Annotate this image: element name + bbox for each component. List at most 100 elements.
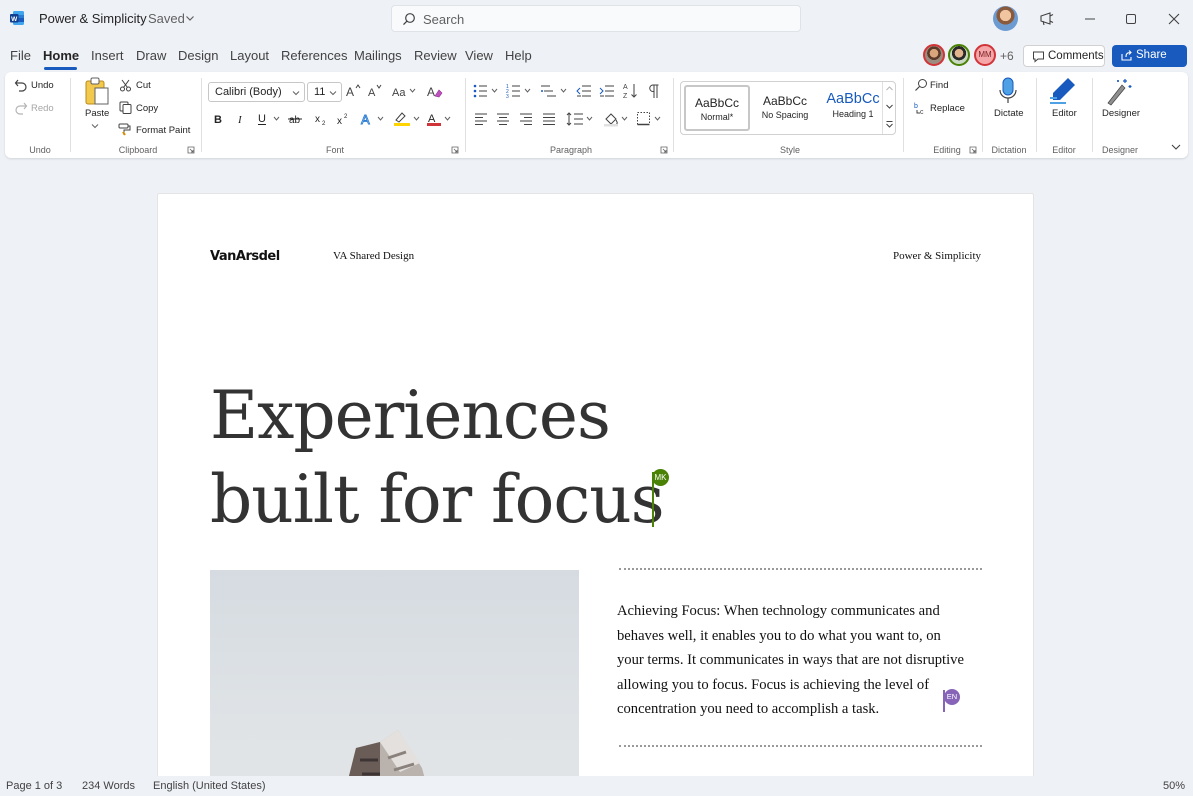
tab-draw[interactable]: Draw xyxy=(136,48,166,63)
tab-references[interactable]: References xyxy=(281,48,347,63)
more-styles-icon[interactable] xyxy=(885,120,894,129)
dialog-launcher-icon[interactable] xyxy=(187,146,195,154)
microphone-icon[interactable] xyxy=(997,77,1019,105)
line-spacing-icon[interactable] xyxy=(566,111,596,127)
document-heading[interactable]: Experiences built for focus xyxy=(210,374,665,542)
style-no-spacing[interactable]: AaBbCc No Spacing xyxy=(751,85,819,131)
bullets-icon[interactable] xyxy=(472,83,500,99)
find-button[interactable]: Find xyxy=(930,80,948,91)
align-right-icon[interactable] xyxy=(519,112,533,126)
comments-button[interactable]: Comments xyxy=(1023,45,1105,67)
change-case-icon[interactable]: Aa xyxy=(391,83,417,99)
format-paint-button[interactable]: Format Paint xyxy=(136,125,190,136)
borders-icon[interactable] xyxy=(636,111,664,127)
decrease-indent-icon[interactable] xyxy=(576,83,592,99)
format-painter-icon[interactable] xyxy=(118,123,132,136)
strikethrough-icon[interactable]: ab xyxy=(288,112,304,126)
increase-indent-icon[interactable] xyxy=(599,83,615,99)
dialog-launcher-icon[interactable] xyxy=(660,146,668,154)
dictate-button[interactable]: Dictate xyxy=(994,108,1024,119)
font-size-dropdown[interactable]: 11 xyxy=(307,82,342,102)
find-icon[interactable] xyxy=(914,78,928,92)
collaborator-avatar[interactable] xyxy=(948,44,970,66)
saved-status[interactable]: Saved xyxy=(148,11,185,26)
editor-button[interactable]: Editor xyxy=(1052,108,1077,119)
collaborator-flag-mk[interactable]: MK xyxy=(652,469,669,486)
paste-button[interactable]: Paste xyxy=(85,108,109,119)
redo-icon[interactable] xyxy=(14,101,28,115)
clear-formatting-icon[interactable]: A xyxy=(426,83,444,99)
document-title[interactable]: Power & Simplicity xyxy=(39,11,147,26)
chevron-down-icon[interactable] xyxy=(185,13,195,23)
tab-mailings[interactable]: Mailings xyxy=(354,48,402,63)
undo-icon[interactable] xyxy=(14,78,28,92)
more-collaborators-count[interactable]: +6 xyxy=(1000,49,1014,63)
body-paragraph[interactable]: Achieving Focus: When technology communi… xyxy=(617,599,967,722)
align-left-icon[interactable] xyxy=(474,112,488,126)
redo-button[interactable]: Redo xyxy=(31,103,54,114)
page-count[interactable]: Page 1 of 3 xyxy=(6,780,62,792)
undo-button[interactable]: Undo xyxy=(31,80,54,91)
collaborator-avatar-mm[interactable]: MM xyxy=(974,44,996,66)
text-effects-icon[interactable]: A xyxy=(360,111,388,127)
word-app-icon[interactable]: W xyxy=(10,11,24,25)
share-button[interactable]: Share xyxy=(1112,45,1187,67)
multilevel-list-icon[interactable] xyxy=(540,83,570,99)
minimize-icon[interactable] xyxy=(1081,10,1099,28)
style-heading-1[interactable]: AaBbCc Heading 1 xyxy=(819,85,887,131)
search-box[interactable]: Search xyxy=(391,5,801,32)
maximize-icon[interactable] xyxy=(1122,10,1140,28)
chevron-down-icon[interactable] xyxy=(885,102,894,111)
copy-button[interactable]: Copy xyxy=(136,103,158,114)
designer-button[interactable]: Designer xyxy=(1102,108,1140,119)
dialog-launcher-icon[interactable] xyxy=(969,146,977,154)
tab-file[interactable]: File xyxy=(10,48,31,63)
tab-view[interactable]: View xyxy=(465,48,493,63)
header-text[interactable]: VA Shared Design xyxy=(333,250,414,262)
chevron-down-icon[interactable] xyxy=(91,122,99,130)
numbering-icon[interactable]: 123 xyxy=(506,83,534,99)
document-image[interactable] xyxy=(210,570,579,776)
paste-icon[interactable] xyxy=(83,76,111,106)
replace-button[interactable]: Replace xyxy=(930,103,965,114)
designer-icon[interactable] xyxy=(1104,76,1134,106)
align-center-icon[interactable] xyxy=(496,112,510,126)
style-normal[interactable]: AaBbCc Normal* xyxy=(684,85,750,131)
user-avatar[interactable] xyxy=(993,6,1018,31)
bold-icon[interactable]: B xyxy=(212,112,224,126)
highlight-icon[interactable] xyxy=(393,111,423,127)
replace-icon[interactable]: bc xyxy=(914,101,928,115)
tab-insert[interactable]: Insert xyxy=(91,48,124,63)
cut-icon[interactable] xyxy=(119,79,132,92)
tab-help[interactable]: Help xyxy=(505,48,532,63)
language-indicator[interactable]: English (United States) xyxy=(153,780,266,792)
shrink-font-icon[interactable]: A xyxy=(367,83,385,99)
superscript-icon[interactable]: x2 xyxy=(336,112,350,126)
editor-icon[interactable] xyxy=(1048,76,1078,106)
tab-review[interactable]: Review xyxy=(414,48,457,63)
shading-icon[interactable] xyxy=(603,111,631,127)
word-count[interactable]: 234 Words xyxy=(82,780,135,792)
justify-icon[interactable] xyxy=(542,112,556,126)
font-family-dropdown[interactable]: Calibri (Body) xyxy=(208,82,305,102)
dialog-launcher-icon[interactable] xyxy=(451,146,459,154)
sort-icon[interactable]: AZ xyxy=(623,82,639,100)
grow-font-icon[interactable]: A xyxy=(345,83,363,99)
feedback-icon[interactable] xyxy=(1038,10,1056,28)
collapse-ribbon-icon[interactable] xyxy=(1170,142,1182,152)
underline-icon[interactable]: U xyxy=(256,112,282,126)
document-page[interactable]: VanArsdel VA Shared Design Power & Simpl… xyxy=(157,193,1034,776)
tab-home[interactable]: Home xyxy=(43,48,79,63)
tab-layout[interactable]: Layout xyxy=(230,48,269,63)
subscript-icon[interactable]: x2 xyxy=(314,112,328,126)
show-formatting-icon[interactable] xyxy=(647,83,661,99)
font-color-icon[interactable]: A xyxy=(426,111,456,127)
italic-icon[interactable]: I xyxy=(235,112,247,126)
cut-button[interactable]: Cut xyxy=(136,80,151,91)
tab-design[interactable]: Design xyxy=(178,48,218,63)
copy-icon[interactable] xyxy=(119,101,132,114)
close-icon[interactable] xyxy=(1165,10,1183,28)
header-right-text[interactable]: Power & Simplicity xyxy=(893,250,981,262)
collaborator-flag-en[interactable]: EN xyxy=(944,689,960,705)
chevron-up-icon[interactable] xyxy=(885,84,894,93)
